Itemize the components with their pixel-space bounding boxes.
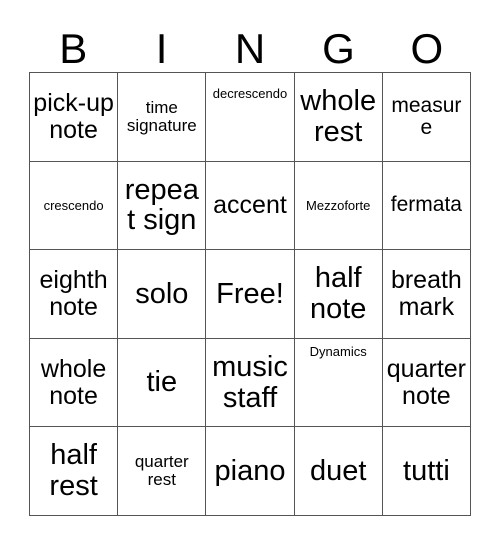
bingo-header-letter-o: O xyxy=(383,14,471,72)
bingo-cell[interactable]: half note xyxy=(294,250,383,339)
bingo-cell[interactable]: measure xyxy=(382,73,471,162)
bingo-cell[interactable]: Dynamics xyxy=(294,338,383,428)
bingo-cell-label: tie xyxy=(146,366,178,399)
bingo-header-letter-n-text: N xyxy=(234,25,266,72)
bingo-cell-label: fermata xyxy=(390,193,462,217)
bingo-header-letter-g-text: G xyxy=(322,25,355,72)
bingo-cell[interactable]: whole note xyxy=(30,338,119,428)
bingo-cell-label: whole rest xyxy=(300,85,377,148)
bingo-cell[interactable]: solo xyxy=(118,250,207,339)
bingo-cell-label: Dynamics xyxy=(309,343,367,359)
bingo-cell[interactable]: duet xyxy=(294,427,383,516)
bingo-cell-label: accent xyxy=(213,191,287,220)
bingo-cell[interactable]: quarter note xyxy=(382,338,471,428)
bingo-cell[interactable]: half rest xyxy=(30,427,119,516)
bingo-cell-label: whole note xyxy=(40,355,107,410)
bingo-cell[interactable]: tie xyxy=(118,338,207,428)
bingo-cell[interactable]: fermata xyxy=(382,161,471,251)
bingo-cell[interactable]: music staff xyxy=(206,338,295,428)
bingo-cell[interactable]: time signature xyxy=(118,73,207,162)
bingo-cell-free-space[interactable]: Free! xyxy=(206,250,295,339)
bingo-cell-label: eighth note xyxy=(39,266,108,321)
bingo-cell-label: measure xyxy=(391,93,462,139)
bingo-cell-label: half note xyxy=(309,262,367,325)
bingo-cell-label: duet xyxy=(309,454,367,487)
bingo-cell[interactable]: pick-up note xyxy=(30,73,119,162)
bingo-header-row: B I N G O xyxy=(29,14,471,72)
bingo-cell[interactable]: Mezzoforte xyxy=(294,161,383,251)
bingo-cell[interactable]: piano xyxy=(206,427,295,516)
bingo-grid: pick-up note time signature decrescendo who… xyxy=(29,72,471,516)
bingo-cell-label: pick-up note xyxy=(33,89,114,144)
bingo-header-letter-b: B xyxy=(29,14,117,72)
bingo-cell-label: Mezzoforte xyxy=(306,197,371,213)
bingo-cell[interactable]: tutti xyxy=(382,427,471,516)
bingo-cell-label: tutti xyxy=(403,454,450,487)
bingo-cell-label: piano xyxy=(214,454,286,487)
bingo-cell-label: quarter rest xyxy=(134,452,189,490)
bingo-cell-label: half rest xyxy=(49,439,98,503)
bingo-cell[interactable]: decrescendo xyxy=(206,73,295,162)
bingo-header-letter-i: I xyxy=(117,14,205,72)
bingo-cell[interactable]: quarter rest xyxy=(118,427,207,516)
bingo-header-letter-b-text: B xyxy=(59,25,88,72)
bingo-cell[interactable]: whole rest xyxy=(294,73,383,162)
bingo-cell-label: music staff xyxy=(212,350,288,414)
bingo-card: B I N G O pick-up note time signature decr… xyxy=(0,0,500,544)
bingo-header-letter-i-text: I xyxy=(155,25,168,72)
bingo-cell[interactable]: repeat sign xyxy=(118,161,207,251)
bingo-header-letter-g: G xyxy=(294,14,382,72)
bingo-cell-label: time signature xyxy=(126,97,197,135)
bingo-header-letter-n: N xyxy=(206,14,294,72)
bingo-cell-label: repeat sign xyxy=(124,173,199,237)
bingo-cell[interactable]: eighth note xyxy=(30,250,119,339)
bingo-cell-label: decrescendo xyxy=(212,86,288,101)
bingo-cell-label: crescendo xyxy=(43,197,104,213)
bingo-cell[interactable]: accent xyxy=(206,161,295,251)
bingo-cell[interactable]: breath mark xyxy=(382,250,471,339)
bingo-cell-label: breath mark xyxy=(390,266,462,321)
bingo-cell-label: quarter note xyxy=(386,355,466,410)
bingo-cell-label: Free! xyxy=(216,277,284,310)
bingo-cell-label: solo xyxy=(135,277,189,310)
bingo-header-letter-o-text: O xyxy=(410,25,444,72)
bingo-cell[interactable]: crescendo xyxy=(30,161,119,251)
